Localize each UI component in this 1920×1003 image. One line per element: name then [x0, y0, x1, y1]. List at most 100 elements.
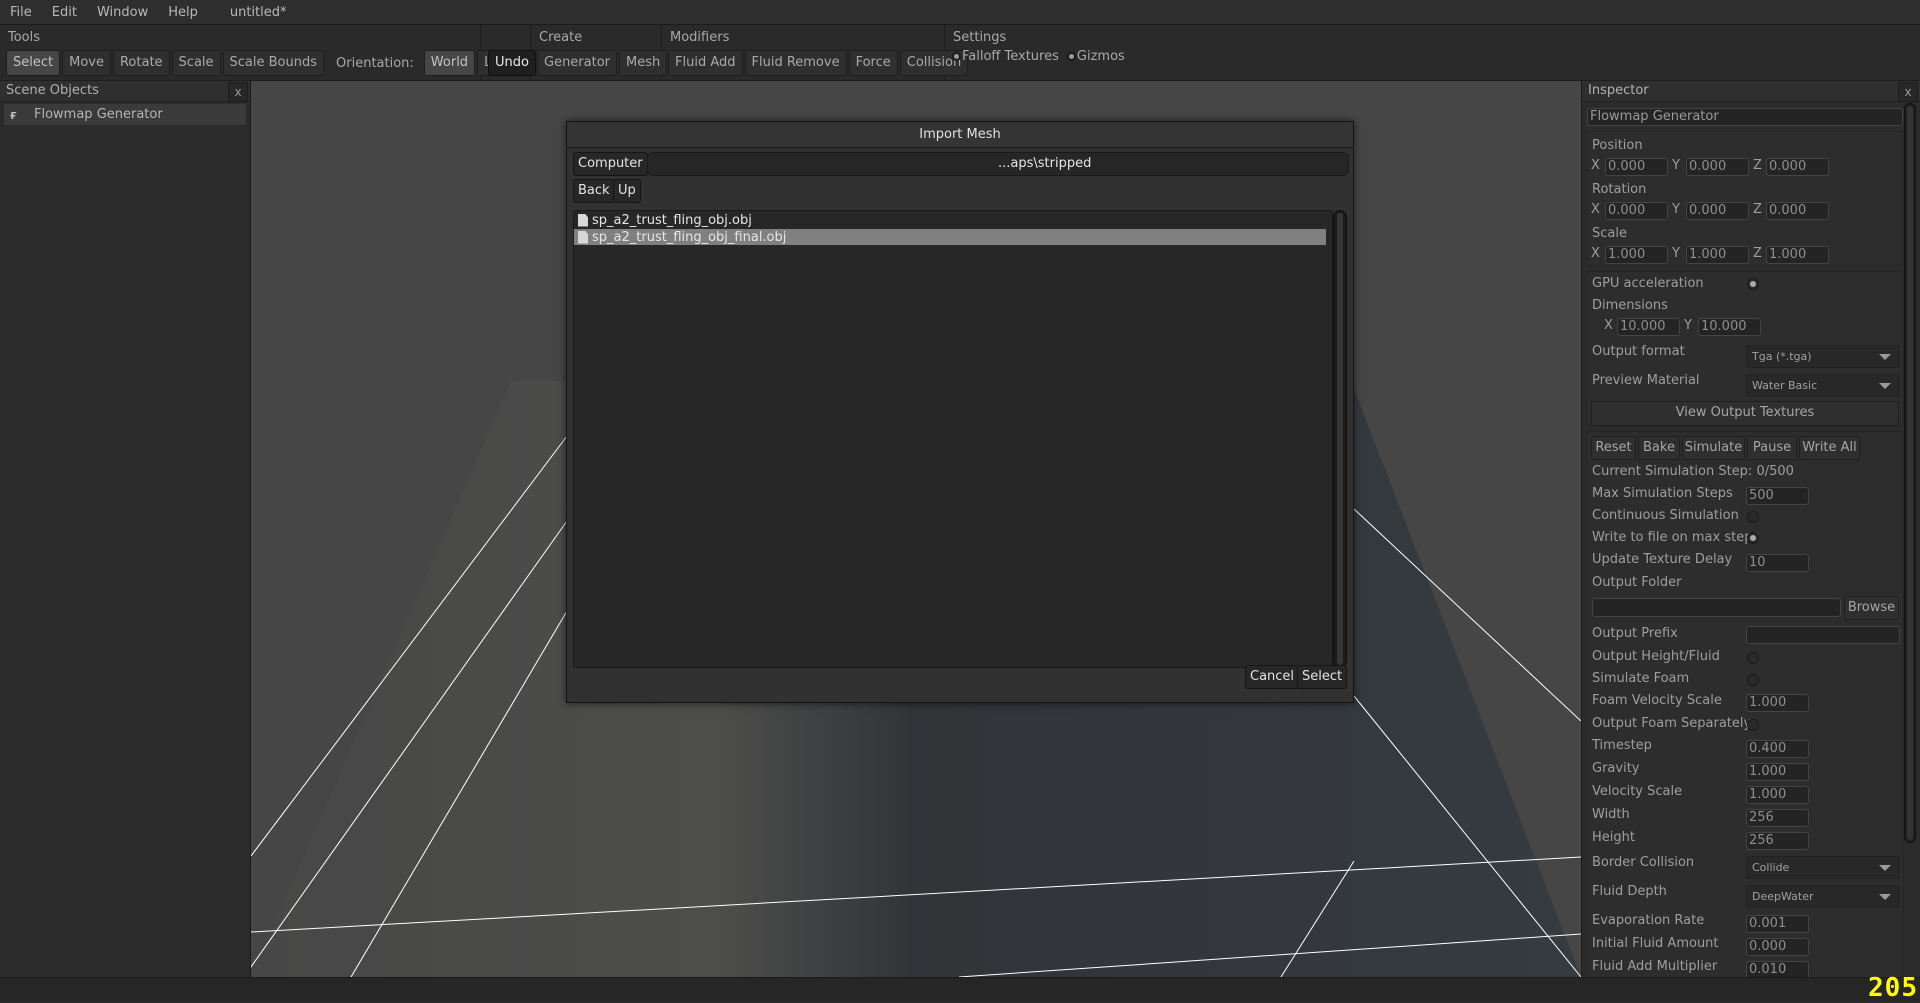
select-button[interactable]: Select	[1297, 665, 1348, 689]
bake-button[interactable]: Bake	[1638, 436, 1680, 460]
scrollbar-thumb[interactable]	[1337, 213, 1343, 665]
rotation-z-input[interactable]: 0.000	[1766, 202, 1829, 220]
scale-x-input[interactable]: 1.000	[1605, 246, 1668, 264]
scene-object-item[interactable]: ғ Flowmap Generator	[4, 104, 246, 125]
tool-move-button[interactable]: Move	[62, 50, 111, 76]
gpu-acceleration-label: GPU acceleration	[1592, 276, 1704, 291]
output-height-fluid-checkbox[interactable]	[1747, 652, 1759, 664]
file-item[interactable]: sp_a2_trust_fling_obj.obj	[574, 212, 1332, 228]
velocity-scale-input[interactable]: 1.000	[1746, 786, 1809, 804]
menu-window[interactable]: Window	[87, 5, 158, 20]
scale-z-input[interactable]: 1.000	[1766, 246, 1829, 264]
border-collision-label: Border Collision	[1592, 855, 1695, 870]
gravity-input[interactable]: 1.000	[1746, 763, 1809, 781]
gpu-acceleration-checkbox[interactable]	[1747, 278, 1759, 290]
cancel-button[interactable]: Cancel	[1245, 665, 1300, 689]
import-mesh-dialog: Import Mesh Computer ...aps\stripped Bac…	[566, 121, 1354, 703]
output-format-value: Tga (*.tga)	[1752, 350, 1812, 363]
height-input[interactable]: 256	[1746, 832, 1809, 850]
max-simulation-steps-input[interactable]: 500	[1746, 487, 1809, 505]
reset-button[interactable]: Reset	[1591, 436, 1636, 460]
fluid-add-multiplier-input[interactable]: 0.010	[1746, 961, 1809, 977]
object-name-input[interactable]: Flowmap Generator	[1587, 108, 1903, 126]
tool-rotate-button[interactable]: Rotate	[112, 50, 170, 76]
max-simulation-steps-label: Max Simulation Steps	[1592, 486, 1733, 501]
modifier-fluid-add-button[interactable]: Fluid Add	[668, 50, 743, 76]
file-list: sp_a2_trust_fling_obj.obj sp_a2_trust_fl…	[573, 210, 1333, 668]
inspector-title: Inspector	[1588, 83, 1649, 98]
file-item-selected[interactable]: sp_a2_trust_fling_obj_final.obj	[574, 229, 1326, 245]
evaporation-rate-label: Evaporation Rate	[1592, 913, 1705, 928]
simulate-foam-checkbox[interactable]	[1747, 674, 1759, 686]
orientation-world-button[interactable]: World	[423, 50, 476, 76]
gizmos-toggle[interactable]: Gizmos	[1066, 49, 1125, 64]
computer-button[interactable]: Computer	[573, 152, 648, 176]
evaporation-rate-input[interactable]: 0.001	[1746, 915, 1809, 933]
fps-counter: 205	[1868, 973, 1918, 1003]
preview-material-dropdown[interactable]: Water Basic	[1746, 374, 1900, 397]
pause-button[interactable]: Pause	[1747, 436, 1797, 460]
position-y-input[interactable]: 0.000	[1686, 158, 1749, 176]
update-texture-delay-input[interactable]: 10	[1746, 554, 1809, 572]
write-on-max-steps-checkbox[interactable]	[1747, 532, 1759, 544]
initial-fluid-amount-input[interactable]: 0.000	[1746, 938, 1809, 956]
preview-material-value: Water Basic	[1752, 379, 1818, 392]
width-label: Width	[1592, 807, 1630, 822]
inspector-close-button[interactable]: x	[1898, 82, 1918, 102]
scene-objects-close-button[interactable]: x	[228, 82, 248, 102]
file-icon	[578, 213, 588, 227]
width-input[interactable]: 256	[1746, 809, 1809, 827]
chevron-down-icon	[1879, 383, 1891, 389]
foam-velocity-scale-input[interactable]: 1.000	[1746, 694, 1809, 712]
fluid-depth-dropdown[interactable]: DeepWater	[1746, 885, 1900, 908]
falloff-textures-checkbox[interactable]	[952, 52, 961, 61]
create-generator-button[interactable]: Generator	[537, 50, 618, 76]
dimensions-y-input[interactable]: 10.000	[1698, 318, 1761, 336]
output-folder-input[interactable]	[1592, 598, 1841, 617]
output-foam-separately-checkbox[interactable]	[1747, 719, 1759, 731]
falloff-textures-label: Falloff Textures	[962, 49, 1059, 64]
browse-button[interactable]: Browse	[1844, 596, 1899, 620]
continuous-simulation-checkbox[interactable]	[1747, 511, 1759, 523]
position-z-input[interactable]: 0.000	[1766, 158, 1829, 176]
output-prefix-label: Output Prefix	[1592, 626, 1678, 641]
output-prefix-input[interactable]	[1746, 626, 1900, 644]
simulate-button[interactable]: Simulate	[1682, 436, 1745, 460]
back-button[interactable]: Back	[573, 179, 615, 203]
file-list-scrollbar[interactable]	[1333, 210, 1347, 668]
gizmos-label: Gizmos	[1076, 49, 1125, 64]
border-collision-dropdown[interactable]: Collide	[1746, 856, 1900, 879]
inspector-scrollbar[interactable]	[1904, 103, 1916, 843]
rotation-y-input[interactable]: 0.000	[1686, 202, 1749, 220]
view-output-textures-button[interactable]: View Output Textures	[1591, 401, 1899, 426]
toolbar: Tools Select Move Rotate Scale Scale Bou…	[0, 25, 1920, 81]
fluid-depth-label: Fluid Depth	[1592, 884, 1667, 899]
write-all-button[interactable]: Write All	[1799, 436, 1860, 460]
tool-select-button[interactable]: Select	[6, 50, 61, 76]
menu-file[interactable]: File	[0, 5, 42, 20]
modifier-fluid-remove-button[interactable]: Fluid Remove	[744, 50, 847, 76]
create-mesh-button[interactable]: Mesh	[619, 50, 668, 76]
scale-y-input[interactable]: 1.000	[1686, 246, 1749, 264]
scene-objects-panel: Scene Objects x ғ Flowmap Generator	[0, 81, 251, 977]
timestep-input[interactable]: 0.400	[1746, 740, 1809, 758]
gizmos-checkbox[interactable]	[1066, 52, 1076, 61]
rotation-x-input[interactable]: 0.000	[1605, 202, 1668, 220]
document-title: untitled*	[229, 4, 287, 20]
path-input[interactable]: ...aps\stripped	[647, 152, 1349, 176]
output-format-dropdown[interactable]: Tga (*.tga)	[1746, 345, 1900, 368]
tool-scale-button[interactable]: Scale	[171, 50, 221, 76]
flowmap-generator-icon: ғ	[10, 107, 17, 122]
falloff-textures-toggle[interactable]: Falloff Textures	[952, 49, 1059, 64]
menu-edit[interactable]: Edit	[42, 5, 87, 20]
tool-scale-bounds-button[interactable]: Scale Bounds	[222, 50, 325, 76]
foam-velocity-scale-label: Foam Velocity Scale	[1592, 693, 1722, 708]
menu-help[interactable]: Help	[158, 5, 208, 20]
position-x-input[interactable]: 0.000	[1605, 158, 1668, 176]
scrollbar-thumb[interactable]	[1907, 106, 1913, 840]
up-button[interactable]: Up	[613, 179, 641, 203]
timestep-label: Timestep	[1592, 738, 1652, 753]
undo-button[interactable]: Undo	[488, 50, 536, 76]
dimensions-x-input[interactable]: 10.000	[1617, 318, 1680, 336]
modifier-force-button[interactable]: Force	[848, 50, 898, 76]
